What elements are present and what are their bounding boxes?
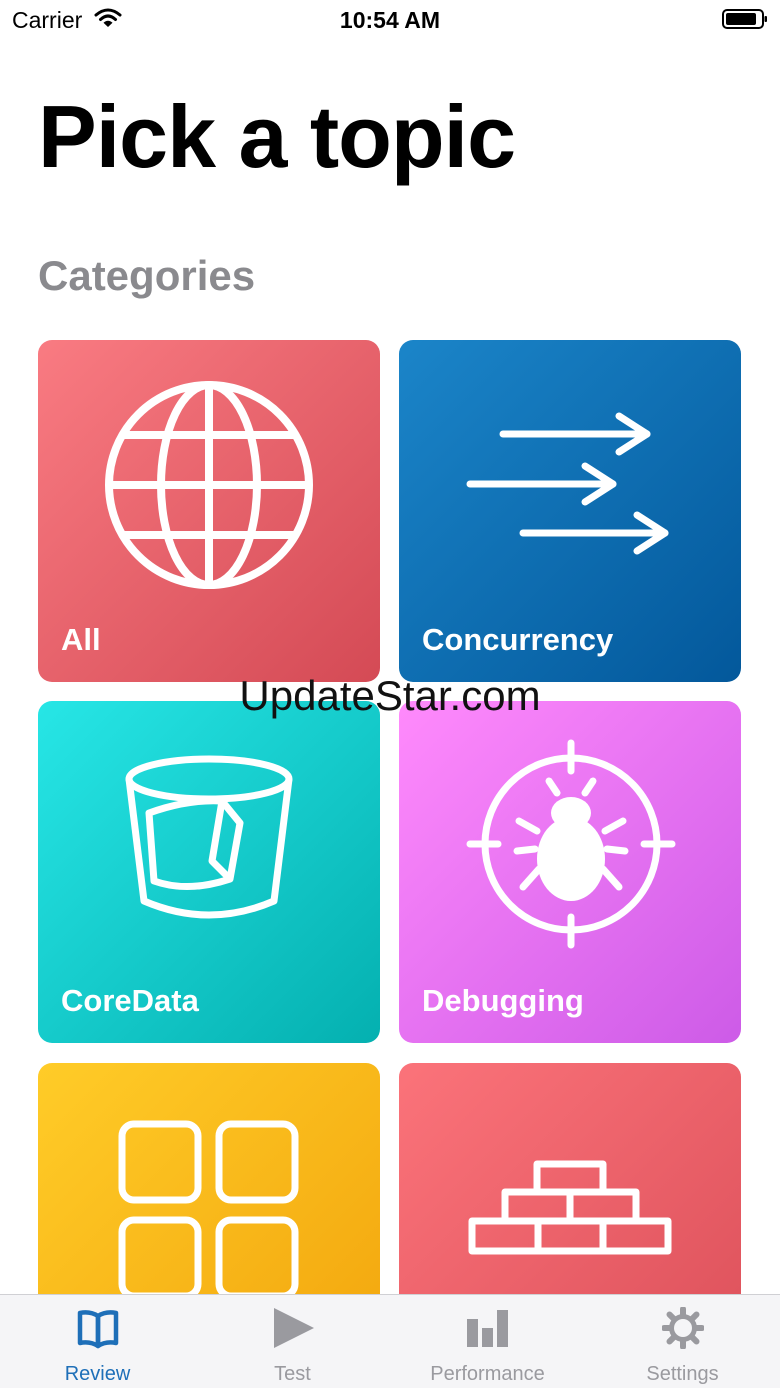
category-tile-coredata[interactable]: CoreData xyxy=(38,701,380,1043)
category-label: All xyxy=(61,622,101,657)
tab-review[interactable]: Review xyxy=(0,1295,195,1388)
category-tile-concurrency[interactable]: Concurrency xyxy=(399,340,741,682)
tab-performance[interactable]: Performance xyxy=(390,1295,585,1388)
tab-test[interactable]: Test xyxy=(195,1295,390,1388)
tab-label: Review xyxy=(64,1363,131,1385)
grid-icon xyxy=(118,1120,299,1295)
category-label: Debugging xyxy=(422,983,584,1018)
bar-chart-icon xyxy=(467,1310,508,1347)
bricks-icon xyxy=(468,1160,672,1255)
tab-label: Performance xyxy=(430,1363,545,1385)
category-label: CoreData xyxy=(61,983,199,1018)
category-grid: All Concurrency CoreData Debugging xyxy=(0,0,780,1295)
play-icon xyxy=(274,1308,314,1348)
category-tile-grid[interactable] xyxy=(38,1063,380,1295)
tab-label: Test xyxy=(274,1363,311,1385)
category-tile-bricks[interactable] xyxy=(399,1063,741,1295)
tab-settings[interactable]: Settings xyxy=(585,1295,780,1388)
category-tile-all[interactable]: All xyxy=(38,340,380,682)
tab-label: Settings xyxy=(646,1363,719,1385)
category-tile-debugging[interactable]: Debugging xyxy=(399,701,741,1043)
tab-bar: Review Test Performance Settings xyxy=(0,1294,780,1388)
book-icon xyxy=(77,1310,119,1349)
gear-icon xyxy=(662,1307,704,1349)
category-label: Concurrency xyxy=(422,622,614,657)
